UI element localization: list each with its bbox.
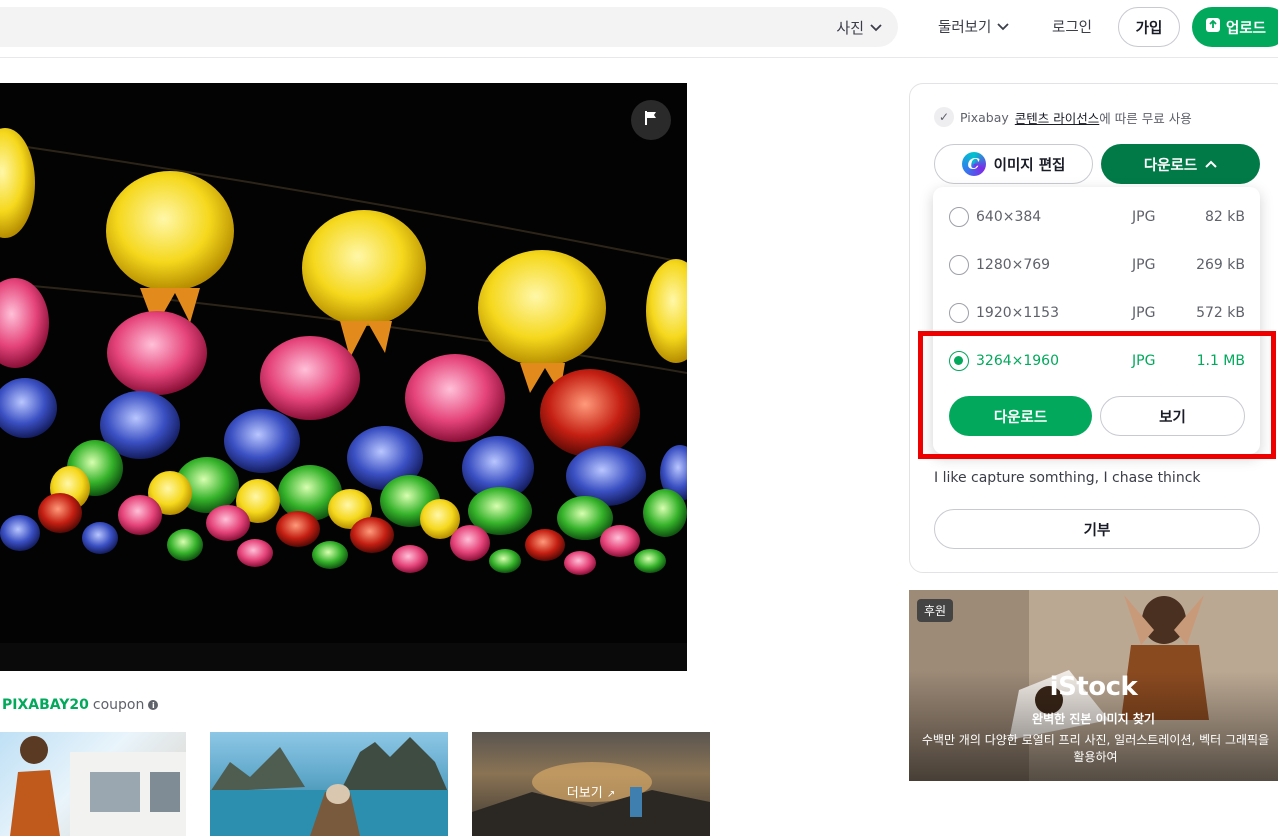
- license-link[interactable]: 콘텐츠 라이선스: [1015, 111, 1099, 126]
- coupon-label: coupon: [92, 697, 145, 713]
- coupon-code: PIXABAY20: [2, 697, 89, 713]
- option-format: JPG: [1132, 257, 1156, 273]
- login-link[interactable]: 로그인: [1052, 16, 1092, 37]
- download-label: 다운로드: [1143, 157, 1198, 174]
- option-format: JPG: [1132, 305, 1156, 321]
- author-bio: I like capture somthing, I chase thinck: [934, 470, 1201, 486]
- license-notice: ✓ Pixabay 콘텐츠 라이선스에 따른 무료 사용: [934, 107, 1192, 127]
- option-size: 572 kB: [1196, 305, 1245, 321]
- external-link-icon: ↗: [606, 789, 616, 800]
- more-link[interactable]: 더보기 ↗: [472, 782, 710, 801]
- explore-label: 둘러보기: [938, 20, 992, 36]
- radio-button[interactable]: [949, 207, 969, 227]
- chevron-down-icon: [870, 18, 882, 36]
- option-size: 269 kB: [1196, 257, 1245, 273]
- size-option-1280[interactable]: 1280×769 JPG 269 kB: [933, 241, 1260, 289]
- search-bar[interactable]: 사진: [0, 7, 898, 47]
- related-thumbnail[interactable]: [0, 732, 186, 836]
- check-icon: ✓: [934, 107, 954, 127]
- sponsored-badge: 후원: [917, 599, 954, 622]
- upload-label: 업로드: [1226, 20, 1267, 37]
- flag-icon: [644, 110, 658, 130]
- ad-title: 완벽한 진본 이미지 찾기: [1032, 712, 1155, 726]
- explore-menu[interactable]: 둘러보기: [938, 16, 1010, 37]
- download-toggle-button[interactable]: 다운로드: [1101, 144, 1260, 184]
- canva-icon: C: [961, 152, 986, 176]
- ad-description: 수백만 개의 다양한 로열티 프리 사진, 일러스트레이션, 벡터 그래픽을 활…: [921, 733, 1270, 764]
- size-option-640[interactable]: 640×384 JPG 82 kB: [933, 193, 1260, 241]
- option-dimensions: 1280×769: [976, 257, 1051, 273]
- radio-button[interactable]: [949, 255, 969, 275]
- thumbnail-image: [10, 736, 186, 836]
- report-flag-button[interactable]: [631, 100, 671, 140]
- search-type-dropdown[interactable]: 사진: [836, 7, 882, 47]
- thumbnail-image: [210, 737, 448, 836]
- info-icon[interactable]: i: [148, 700, 159, 710]
- edit-image-label: 이미지 편집: [993, 157, 1066, 174]
- search-type-label: 사진: [836, 18, 864, 37]
- upload-button[interactable]: 업로드: [1192, 7, 1278, 47]
- istock-logo: iStock: [1049, 672, 1138, 702]
- option-format: JPG: [1132, 209, 1156, 225]
- lantern-photo: [0, 128, 687, 671]
- option-size: 82 kB: [1205, 209, 1245, 225]
- license-prefix: Pixabay: [960, 109, 1009, 125]
- option-dimensions: 1920×1153: [976, 305, 1059, 321]
- join-button[interactable]: 가입: [1118, 7, 1180, 47]
- donate-button[interactable]: 기부: [934, 509, 1260, 549]
- edit-image-button[interactable]: C 이미지 편집: [934, 144, 1093, 184]
- highlight-box: [918, 331, 1276, 459]
- more-thumbnail[interactable]: 더보기 ↗: [472, 732, 710, 836]
- size-option-1920[interactable]: 1920×1153 JPG 572 kB: [933, 289, 1260, 337]
- radio-button[interactable]: [949, 303, 969, 323]
- istock-ad-banner[interactable]: 후원 iStock 완벽한 진본 이미지 찾기 수백만 개의 다양한 로열티 프…: [909, 590, 1278, 781]
- chevron-up-icon: [1205, 156, 1217, 172]
- option-dimensions: 640×384: [976, 209, 1042, 225]
- chevron-down-icon: [997, 19, 1010, 35]
- top-navigation-bar: 사진 둘러보기 로그인 가입 업로드: [0, 0, 1278, 58]
- main-photo[interactable]: [0, 83, 687, 671]
- more-label: 더보기: [566, 786, 603, 801]
- coupon-text: PIXABAY20 coupon i: [2, 697, 159, 713]
- license-suffix: 에 따른 무료 사용: [1099, 110, 1192, 126]
- related-thumbnail[interactable]: [210, 732, 448, 836]
- upload-icon: [1206, 18, 1220, 36]
